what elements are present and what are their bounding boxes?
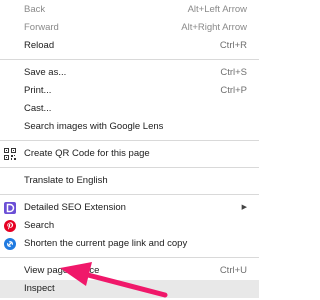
menu-item-label: Shorten the current page link and copy (24, 238, 188, 249)
menu-item-search-google-lens[interactable]: Search images with Google Lens (0, 118, 259, 136)
menu-item-label: Create QR Code for this page (24, 148, 150, 159)
menu-separator (0, 257, 259, 258)
menu-item-back[interactable]: Back Alt+Left Arrow (0, 1, 259, 19)
menu-item-create-qr-code[interactable]: Create QR Code for this page (0, 145, 259, 163)
qr-code-icon (4, 148, 16, 160)
menu-item-shortcut: Ctrl+U (219, 265, 247, 276)
menu-item-label: Cast... (24, 103, 52, 114)
menu-item-label: Detailed SEO Extension (24, 202, 126, 213)
menu-item-label: Forward (24, 22, 59, 33)
menu-item-shortcut: Ctrl+P (220, 85, 247, 96)
chevron-right-icon: ▶ (241, 204, 247, 211)
menu-item-view-page-source[interactable]: View page source Ctrl+U (0, 262, 259, 280)
menu-item-shortcut: Alt+Right Arrow (181, 22, 247, 33)
menu-item-label: Search (24, 220, 55, 231)
menu-item-label: View page source (24, 265, 100, 276)
menu-item-save-as[interactable]: Save as... Ctrl+S (0, 64, 259, 82)
menu-separator (0, 59, 259, 60)
menu-separator (0, 167, 259, 168)
menu-separator (0, 140, 259, 141)
menu-item-label: Print... (24, 85, 52, 96)
menu-item-search[interactable]: Search (0, 217, 259, 235)
menu-item-inspect[interactable]: Inspect (0, 280, 259, 298)
context-menu: Back Alt+Left Arrow Forward Alt+Right Ar… (0, 0, 259, 300)
menu-item-label: Back (24, 4, 46, 15)
menu-separator (0, 194, 259, 195)
menu-item-cast[interactable]: Cast... (0, 100, 259, 118)
menu-item-label: Translate to English (24, 175, 108, 186)
menu-item-label: Reload (24, 40, 55, 51)
menu-item-shortcut: Ctrl+R (219, 40, 247, 51)
menu-item-label: Save as... (24, 67, 67, 78)
link-shortener-icon (4, 238, 16, 250)
menu-item-label: Inspect (24, 283, 55, 294)
detailed-seo-icon (4, 202, 16, 214)
pinterest-icon (4, 220, 16, 232)
menu-item-translate[interactable]: Translate to English (0, 172, 259, 190)
menu-item-forward[interactable]: Forward Alt+Right Arrow (0, 19, 259, 37)
menu-item-shortcut: Ctrl+S (220, 67, 247, 78)
menu-item-reload[interactable]: Reload Ctrl+R (0, 37, 259, 55)
menu-item-shorten-link[interactable]: Shorten the current page link and copy (0, 235, 259, 253)
menu-item-print[interactable]: Print... Ctrl+P (0, 82, 259, 100)
menu-item-shortcut: Alt+Left Arrow (187, 4, 247, 15)
menu-item-detailed-seo-extension[interactable]: Detailed SEO Extension ▶ (0, 199, 259, 217)
menu-item-label: Search images with Google Lens (24, 121, 164, 132)
